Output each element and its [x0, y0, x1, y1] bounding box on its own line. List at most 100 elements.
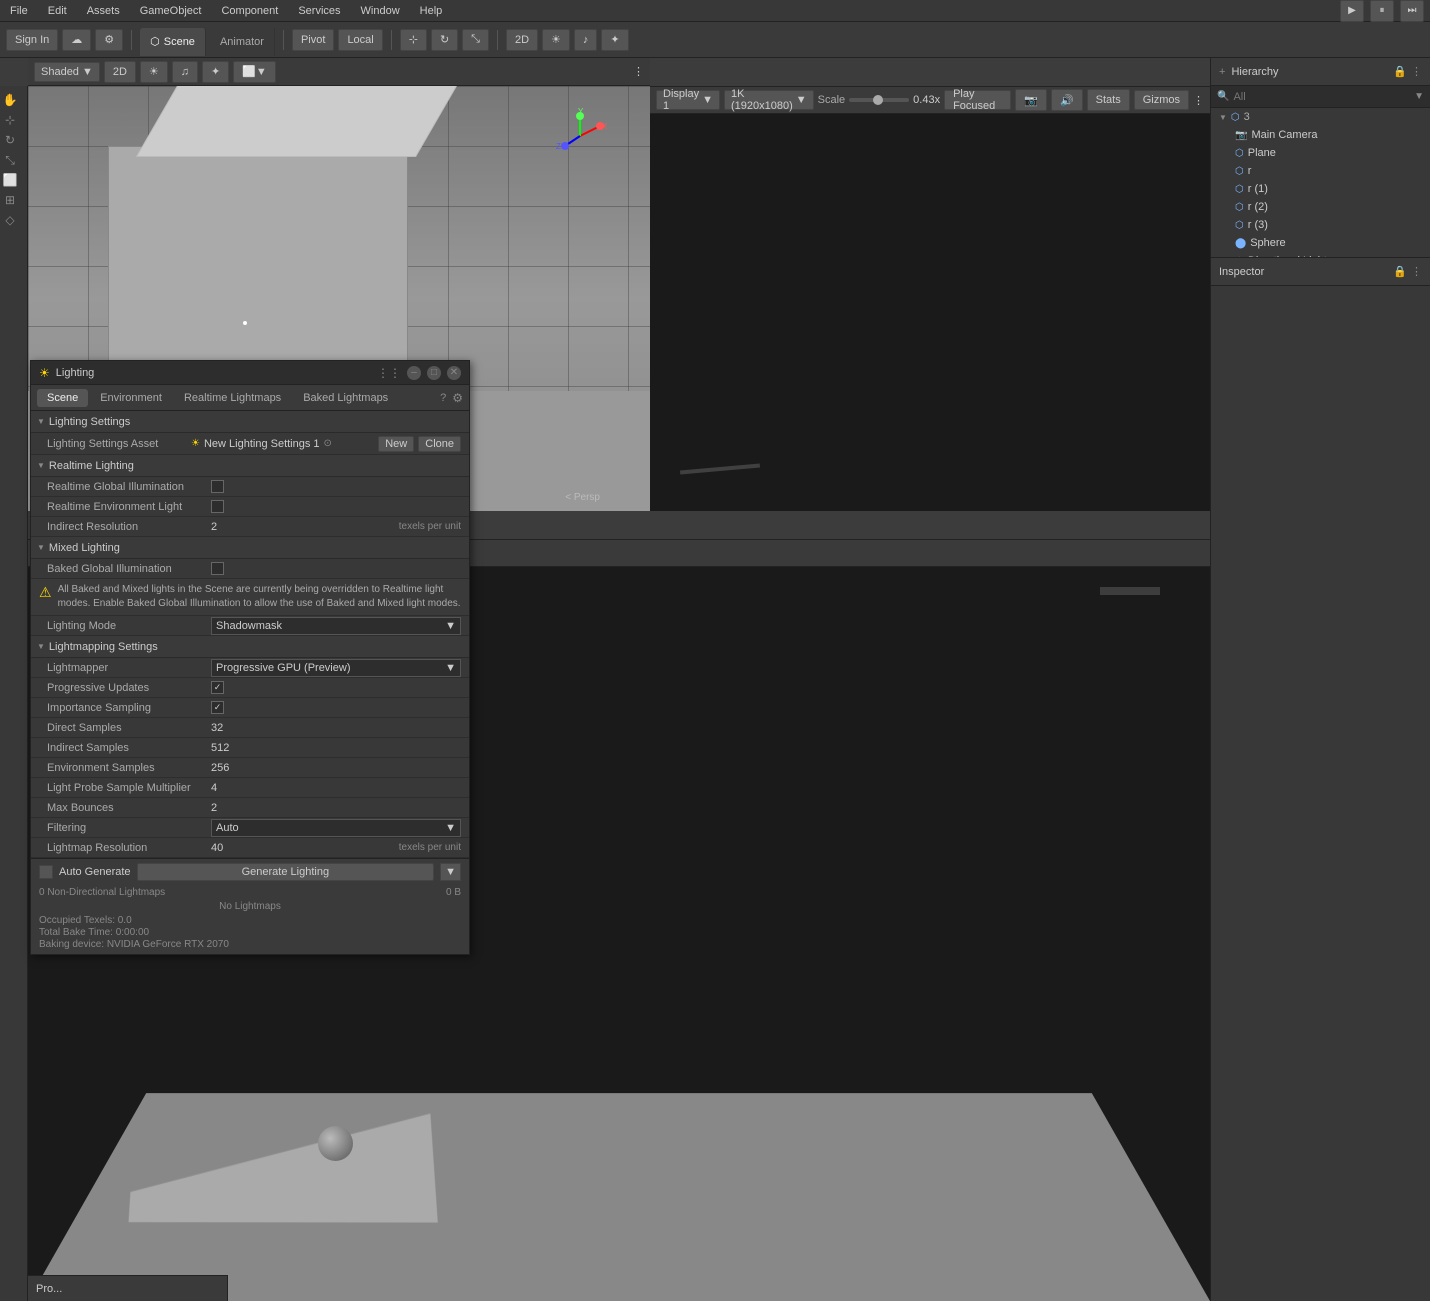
menu-services[interactable]: Services: [294, 3, 344, 19]
value-direct-samples[interactable]: 32: [211, 722, 461, 734]
three-dots-icon[interactable]: ⋮⋮: [377, 366, 401, 380]
mode-2d[interactable]: 2D: [506, 29, 538, 51]
pivot-button[interactable]: Pivot: [292, 29, 334, 51]
game-settings[interactable]: ⋮: [1193, 94, 1204, 107]
lighting-toggle[interactable]: ☀: [542, 29, 570, 51]
inspector-menu-icon[interactable]: ⋮: [1411, 265, 1422, 278]
hierarchy-menu-icon[interactable]: ⋮: [1411, 65, 1422, 78]
lighting-help-icon[interactable]: ?: [440, 392, 446, 404]
tool-move[interactable]: ⊹: [400, 29, 427, 51]
section-realtime-lighting[interactable]: ▼ Realtime Lighting: [31, 455, 469, 477]
value-probe-multiplier[interactable]: 4: [211, 782, 461, 794]
scene-audio-toggle[interactable]: ♫: [172, 61, 198, 83]
new-lighting-button[interactable]: New: [378, 436, 414, 452]
audio-toggle[interactable]: ♪: [574, 29, 598, 51]
scale-track[interactable]: [849, 98, 909, 102]
pause-button[interactable]: ⏸: [1370, 0, 1394, 22]
local-button[interactable]: Local: [338, 29, 382, 51]
gen-dropdown-arrow[interactable]: ▼: [440, 863, 461, 881]
hierarchy-item-plane[interactable]: ⬡ Plane: [1211, 144, 1430, 162]
scene-view-mode[interactable]: ⬜▼: [233, 61, 276, 83]
section-mixed-lighting[interactable]: ▼ Mixed Lighting: [31, 537, 469, 559]
lighting-tab-scene[interactable]: Scene: [37, 389, 88, 407]
animator-tab[interactable]: Animator: [210, 28, 275, 56]
sidebar-icon-move[interactable]: ⊹: [0, 110, 20, 130]
menu-assets[interactable]: Assets: [83, 3, 124, 19]
section-lighting-settings[interactable]: ▼ Lighting Settings: [31, 411, 469, 433]
window-close-button[interactable]: ✕: [447, 366, 461, 380]
sidebar-icon-custom[interactable]: ◇: [0, 210, 20, 230]
play-button[interactable]: ▶: [1340, 0, 1364, 22]
hierarchy-item-sphere[interactable]: ⬤ Sphere: [1211, 234, 1430, 252]
sidebar-icon-rotate[interactable]: ↻: [0, 130, 20, 150]
menu-file[interactable]: File: [6, 3, 32, 19]
dropdown-filtering[interactable]: Auto ▼: [211, 819, 461, 837]
stats-button[interactable]: Stats: [1087, 89, 1130, 111]
inspector-lock-icon[interactable]: 🔒: [1393, 265, 1407, 278]
hierarchy-item-r[interactable]: ⬡ r: [1211, 162, 1430, 180]
scene-2d-toggle[interactable]: 2D: [104, 61, 136, 83]
hierarchy-lock-icon[interactable]: 🔒: [1393, 65, 1407, 78]
menu-window[interactable]: Window: [357, 3, 404, 19]
menu-component[interactable]: Component: [217, 3, 282, 19]
step-button[interactable]: ⏭: [1400, 0, 1424, 22]
hierarchy-item-r2[interactable]: ⬡ r (2): [1211, 198, 1430, 216]
asset-selector[interactable]: ☀ New Lighting Settings 1 ⊙: [191, 438, 374, 450]
resolution-dropdown[interactable]: 1K (1920x1080) ▼: [724, 90, 814, 110]
play-focused-button[interactable]: Play Focused: [944, 90, 1011, 110]
lighting-tab-baked[interactable]: Baked Lightmaps: [293, 389, 398, 407]
sidebar-icon-scale[interactable]: ⤡: [0, 150, 20, 170]
hierarchy-filter-icon[interactable]: ▼: [1414, 91, 1424, 102]
menu-edit[interactable]: Edit: [44, 3, 71, 19]
checkbox-realtime-gi[interactable]: [211, 480, 224, 493]
tool-rotate[interactable]: ↻: [431, 29, 458, 51]
sidebar-icon-transform[interactable]: ⊞: [0, 190, 20, 210]
lighting-gear-icon[interactable]: ⚙: [452, 391, 463, 405]
scale-thumb[interactable]: [873, 95, 883, 105]
clone-lighting-button[interactable]: Clone: [418, 436, 461, 452]
scene-tab[interactable]: ⬡ Scene: [140, 28, 206, 56]
menu-gameobject[interactable]: GameObject: [136, 3, 206, 19]
signin-button[interactable]: Sign In: [6, 29, 58, 51]
hierarchy-item-r3[interactable]: ⬡ r (3): [1211, 216, 1430, 234]
lighting-tab-environment[interactable]: Environment: [90, 389, 172, 407]
sidebar-icon-hand[interactable]: ✋: [0, 90, 20, 110]
lighting-tab-realtime[interactable]: Realtime Lightmaps: [174, 389, 291, 407]
hierarchy-item-camera[interactable]: 📷 Main Camera: [1211, 126, 1430, 144]
collab-button[interactable]: ⚙: [95, 29, 123, 51]
sidebar-icon-rect[interactable]: ⬜: [0, 170, 20, 190]
project-tab-label[interactable]: Pro...: [36, 1283, 62, 1295]
value-lightmap-resolution[interactable]: 40: [211, 842, 395, 854]
value-environment-samples[interactable]: 256: [211, 762, 461, 774]
checkbox-importance-sampling[interactable]: ✓: [211, 701, 224, 714]
window-maximize-button[interactable]: □: [427, 366, 441, 380]
camera-icon-btn[interactable]: 📷: [1015, 89, 1047, 111]
audio-icon-btn[interactable]: 🔊: [1051, 89, 1083, 111]
checkbox-progressive-updates[interactable]: ✓: [211, 681, 224, 694]
auto-generate-checkbox[interactable]: [39, 865, 53, 879]
scene-draw-mode[interactable]: Shaded ▼: [34, 62, 100, 82]
hierarchy-add-icon[interactable]: +: [1219, 66, 1225, 78]
scene-light-toggle[interactable]: ☀: [140, 61, 168, 83]
hierarchy-search-input[interactable]: [1233, 91, 1410, 103]
asset-picker-icon[interactable]: ⊙: [324, 438, 332, 449]
checkbox-baked-gi[interactable]: [211, 562, 224, 575]
tool-scale[interactable]: ⤡: [462, 29, 489, 51]
hierarchy-item-root[interactable]: ▼ ⬡ 3: [1211, 108, 1430, 126]
dropdown-lighting-mode[interactable]: Shadowmask ▼: [211, 617, 461, 635]
checkbox-realtime-env[interactable]: [211, 500, 224, 513]
display-dropdown[interactable]: Display 1 ▼: [656, 90, 720, 110]
dropdown-lightmapper[interactable]: Progressive GPU (Preview) ▼: [211, 659, 461, 677]
value-indirect-res[interactable]: 2: [211, 521, 395, 533]
section-lightmapping[interactable]: ▼ Lightmapping Settings: [31, 636, 469, 658]
menu-help[interactable]: Help: [416, 3, 447, 19]
fx-toggle[interactable]: ✦: [601, 29, 628, 51]
window-minimize-button[interactable]: –: [407, 366, 421, 380]
scene-fx-toggle[interactable]: ✦: [202, 61, 229, 83]
value-max-bounces[interactable]: 2: [211, 802, 461, 814]
value-indirect-samples[interactable]: 512: [211, 742, 461, 754]
gizmos-button[interactable]: Gizmos: [1134, 90, 1189, 110]
scene-settings[interactable]: ⋮: [633, 65, 644, 78]
generate-lighting-button[interactable]: Generate Lighting: [137, 863, 435, 881]
cloud-button[interactable]: ☁: [62, 29, 91, 51]
